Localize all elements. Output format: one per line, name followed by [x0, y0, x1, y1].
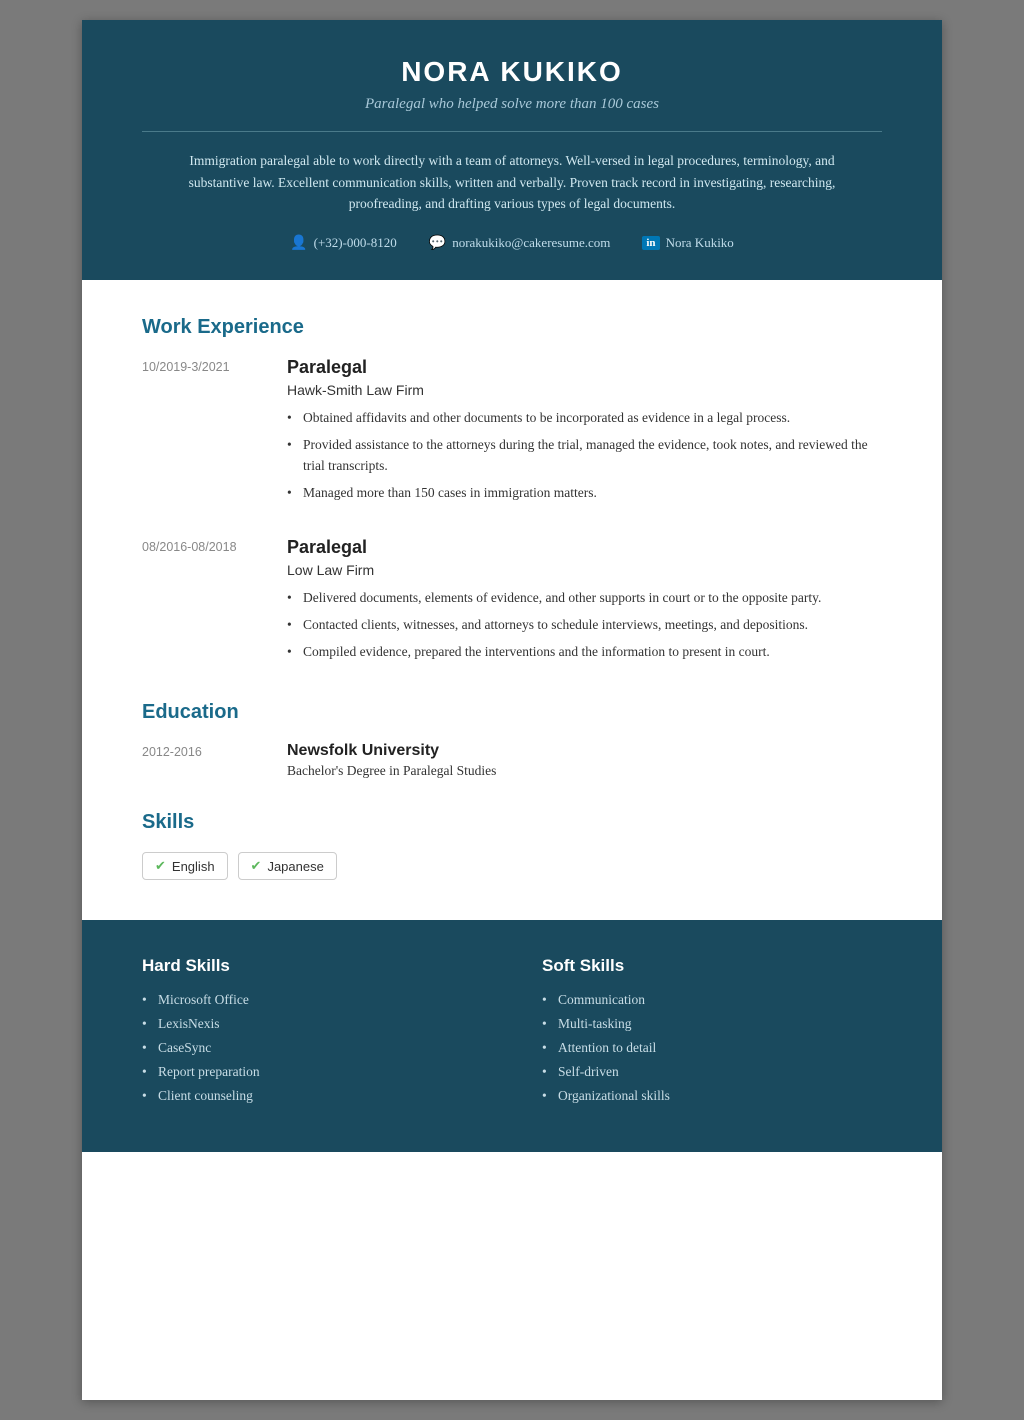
hard-skills-list: Microsoft Office LexisNexis CaseSync Rep… [142, 992, 482, 1104]
soft-skills-list: Communication Multi-tasking Attention to… [542, 992, 882, 1104]
email-icon: 💬 [429, 235, 446, 252]
soft-skill-3: Attention to detail [542, 1040, 882, 1056]
job-title-1: Paralegal [287, 357, 882, 378]
bullet-2-3: Compiled evidence, prepared the interven… [287, 642, 882, 663]
hard-skills-col: Hard Skills Microsoft Office LexisNexis … [142, 956, 482, 1112]
school-name-1: Newsfolk University [287, 742, 882, 760]
job-details-2: Paralegal Low Law Firm Delivered documen… [287, 537, 882, 669]
skill-tag-english: ✔ English [142, 852, 228, 880]
job-date-1: 10/2019-3/2021 [142, 357, 257, 510]
soft-skill-4: Self-driven [542, 1064, 882, 1080]
job-item-2: 08/2016-08/2018 Paralegal Low Law Firm D… [142, 537, 882, 669]
skill-label-english: English [172, 859, 215, 874]
bullet-2-2: Contacted clients, witnesses, and attorn… [287, 615, 882, 636]
soft-skills-col: Soft Skills Communication Multi-tasking … [542, 956, 882, 1112]
phone-value: (+32)-000-8120 [314, 235, 397, 251]
resume-document: NORA KUKIKO Paralegal who helped solve m… [82, 20, 942, 1400]
skills-title: Skills [142, 811, 882, 834]
contact-phone: 👤 (+32)-000-8120 [290, 235, 397, 252]
resume-content: Work Experience 10/2019-3/2021 Paralegal… [82, 280, 942, 920]
hard-skill-4: Report preparation [142, 1064, 482, 1080]
resume-footer: Hard Skills Microsoft Office LexisNexis … [82, 920, 942, 1152]
hard-skill-1: Microsoft Office [142, 992, 482, 1008]
education-title: Education [142, 701, 882, 724]
hard-skill-3: CaseSync [142, 1040, 482, 1056]
job-bullets-2: Delivered documents, elements of evidenc… [287, 588, 882, 663]
bullet-1-1: Obtained affidavits and other documents … [287, 408, 882, 429]
linkedin-icon: in [642, 236, 659, 250]
hard-skills-title: Hard Skills [142, 956, 482, 976]
candidate-name: NORA KUKIKO [142, 56, 882, 88]
job-item-1: 10/2019-3/2021 Paralegal Hawk-Smith Law … [142, 357, 882, 510]
company-name-2: Low Law Firm [287, 562, 882, 578]
job-date-2: 08/2016-08/2018 [142, 537, 257, 669]
education-details-1: Newsfolk University Bachelor's Degree in… [287, 742, 882, 779]
contact-email: 💬 norakukiko@cakeresume.com [429, 235, 611, 252]
email-value: norakukiko@cakeresume.com [452, 235, 610, 251]
job-details-1: Paralegal Hawk-Smith Law Firm Obtained a… [287, 357, 882, 510]
degree-name-1: Bachelor's Degree in Paralegal Studies [287, 763, 882, 779]
check-icon-english: ✔ [155, 858, 166, 874]
soft-skills-title: Soft Skills [542, 956, 882, 976]
job-bullets-1: Obtained affidavits and other documents … [287, 408, 882, 504]
bullet-2-1: Delivered documents, elements of evidenc… [287, 588, 882, 609]
hard-skill-2: LexisNexis [142, 1016, 482, 1032]
contact-linkedin: in Nora Kukiko [642, 235, 733, 252]
candidate-tagline: Paralegal who helped solve more than 100… [142, 96, 882, 113]
bullet-1-2: Provided assistance to the attorneys dur… [287, 435, 882, 477]
skill-label-japanese: Japanese [267, 859, 323, 874]
job-title-2: Paralegal [287, 537, 882, 558]
soft-skill-2: Multi-tasking [542, 1016, 882, 1032]
skill-tag-japanese: ✔ Japanese [238, 852, 337, 880]
resume-header: NORA KUKIKO Paralegal who helped solve m… [82, 20, 942, 280]
soft-skill-5: Organizational skills [542, 1088, 882, 1104]
check-icon-japanese: ✔ [251, 858, 262, 874]
phone-icon: 👤 [290, 235, 307, 252]
hard-skill-5: Client counseling [142, 1088, 482, 1104]
bullet-1-3: Managed more than 150 cases in immigrati… [287, 483, 882, 504]
company-name-1: Hawk-Smith Law Firm [287, 382, 882, 398]
education-date-1: 2012-2016 [142, 742, 257, 779]
header-divider [142, 131, 882, 132]
contact-list: 👤 (+32)-000-8120 💬 norakukiko@cakeresume… [142, 235, 882, 252]
education-item-1: 2012-2016 Newsfolk University Bachelor's… [142, 742, 882, 779]
work-experience-title: Work Experience [142, 316, 882, 339]
candidate-summary: Immigration paralegal able to work direc… [162, 150, 862, 215]
skills-tags: ✔ English ✔ Japanese [142, 852, 882, 880]
linkedin-value: Nora Kukiko [666, 235, 734, 251]
soft-skill-1: Communication [542, 992, 882, 1008]
